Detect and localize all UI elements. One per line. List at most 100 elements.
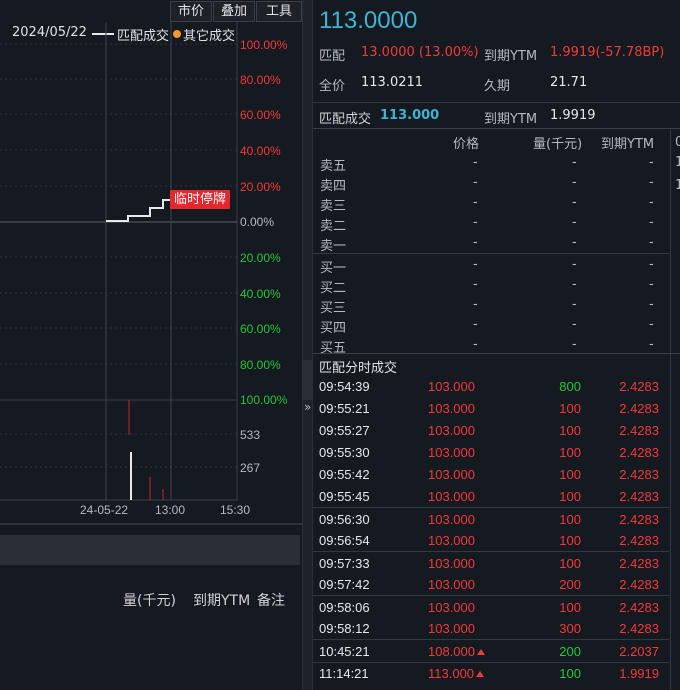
market-price-button[interactable]: 市价	[170, 1, 212, 22]
y-label: 60.00%	[240, 108, 281, 122]
book-ytm: -	[649, 337, 654, 352]
book-price: -	[473, 155, 478, 170]
trade-price: 103.000	[428, 577, 475, 592]
trade-row[interactable]: 09:58:12 103.000 300 2.4283	[313, 618, 665, 640]
trade-price-text: 103.000	[428, 533, 475, 548]
trade-row[interactable]: 09:56:30 103.000 100 2.4283	[313, 509, 665, 531]
book-qty: -	[572, 215, 577, 230]
trade-row[interactable]: 09:57:33 103.000 100 2.4283	[313, 553, 665, 575]
trade-ytm: 2.4283	[619, 445, 659, 460]
trade-divider	[313, 639, 669, 640]
y-label: 80.00%	[240, 73, 281, 87]
book-price: -	[473, 175, 478, 190]
book-ytm: -	[649, 175, 654, 190]
trade-row[interactable]: 09:55:21 103.000 100 2.4283	[313, 398, 665, 420]
trade-time: 09:55:45	[319, 489, 370, 504]
trade-row[interactable]: 11:14:21 113.000 100 1.9919	[313, 663, 665, 685]
asks-row[interactable]: 卖四 - - -	[313, 173, 669, 194]
duration: 21.71	[550, 75, 588, 90]
trade-price-text: 103.000	[428, 577, 475, 592]
trade-ytm: 2.4283	[619, 401, 659, 416]
match-price-line	[106, 199, 171, 222]
tools-button[interactable]: 工具	[256, 1, 302, 22]
bids-row[interactable]: 买四 - - -	[313, 315, 669, 336]
book-price: -	[473, 195, 478, 210]
asks-row[interactable]: 卖三 - - -	[313, 193, 669, 214]
book-price: -	[473, 297, 478, 312]
trade-price-text: 103.000	[428, 423, 475, 438]
book-ytm: -	[649, 235, 654, 250]
trade-ytm: 2.4283	[619, 533, 659, 548]
trade-ytm: 2.4283	[619, 489, 659, 504]
price-chart	[0, 22, 238, 501]
trade-qty: 100	[559, 600, 581, 615]
trade-divider	[313, 551, 669, 552]
match-trade-label: 匹配成交	[319, 112, 372, 127]
y-label: 40.00%	[240, 144, 281, 158]
trade-time: 09:56:30	[319, 512, 370, 527]
trade-price-text: 103.000	[428, 489, 475, 504]
panel-splitter[interactable]: »	[302, 0, 313, 690]
trade-price: 113.000	[428, 666, 485, 681]
x-label: 13:00	[155, 503, 186, 517]
trade-row[interactable]: 09:58:06 103.000 100 2.4283	[313, 597, 665, 619]
overlay-button[interactable]: 叠加	[213, 1, 255, 22]
trade-qty: 100	[559, 467, 581, 482]
trade-time: 09:54:39	[319, 379, 370, 394]
book-qty: -	[572, 257, 577, 272]
trade-time: 09:58:12	[319, 621, 370, 636]
book-price: -	[473, 317, 478, 332]
trade-price: 103.000	[428, 489, 475, 504]
trade-ytm: 2.4283	[619, 512, 659, 527]
book-qty: -	[572, 195, 577, 210]
trade-row[interactable]: 09:54:39 103.000 800 2.4283	[313, 376, 665, 398]
trade-qty: 200	[559, 644, 581, 659]
trade-price-text: 108.000	[428, 644, 475, 659]
trade-price: 108.000	[428, 644, 485, 659]
trade-ytm: 2.4283	[619, 423, 659, 438]
trade-time: 09:55:42	[319, 467, 370, 482]
bids-row[interactable]: 买二 - - -	[313, 275, 669, 296]
bottom-tab-bar[interactable]	[0, 535, 300, 565]
trade-row[interactable]: 09:55:42 103.000 100 2.4283	[313, 464, 665, 486]
divider	[313, 102, 680, 103]
book-qty: -	[572, 277, 577, 292]
trade-qty: 100	[559, 489, 581, 504]
expand-chevron-icon[interactable]: »	[304, 400, 311, 414]
trade-price-text: 103.000	[428, 621, 475, 636]
full-price-label: 全价	[319, 79, 346, 94]
up-arrow-icon	[477, 649, 485, 655]
bids-row[interactable]: 买五 - - -	[313, 335, 669, 356]
asks-row[interactable]: 卖一 - - -	[313, 233, 669, 254]
trade-price-text: 103.000	[428, 379, 475, 394]
trade-price-text: 103.000	[428, 600, 475, 615]
asks-row[interactable]: 卖二 - - -	[313, 213, 669, 234]
trade-row[interactable]: 09:56:54 103.000 100 2.4283	[313, 530, 665, 552]
trade-time: 09:55:27	[319, 423, 370, 438]
book-ytm: -	[649, 317, 654, 332]
trade-time: 09:58:06	[319, 600, 370, 615]
asks-row[interactable]: 卖五 - - -	[313, 153, 669, 174]
trade-time: 10:45:21	[319, 644, 370, 659]
trade-row[interactable]: 09:57:42 103.000 200 2.4283	[313, 574, 665, 596]
book-qty: -	[572, 175, 577, 190]
match-trade-ytm-label: 到期YTM	[484, 112, 538, 127]
trade-row[interactable]: 09:55:27 103.000 100 2.4283	[313, 420, 665, 442]
trade-price: 103.000	[428, 401, 475, 416]
trade-row[interactable]: 10:45:21 108.000 200 2.2037	[313, 641, 665, 663]
match-label: 匹配	[319, 49, 346, 64]
match-trade-ytm: 1.9919	[550, 108, 596, 123]
trade-ytm: 2.4283	[619, 577, 659, 592]
book-level-name: 卖一	[320, 239, 347, 254]
book-level-name: 买二	[320, 281, 347, 296]
trade-row[interactable]: 09:55:45 103.000 100 2.4283	[313, 486, 665, 508]
bids-row[interactable]: 买一 - - -	[313, 255, 669, 276]
trade-time: 09:55:30	[319, 445, 370, 460]
trade-row[interactable]: 09:55:30 103.000 100 2.4283	[313, 442, 665, 464]
up-arrow-icon	[476, 671, 485, 677]
col-ytm-header: 到期YTM	[193, 593, 251, 609]
book-ytm: -	[649, 257, 654, 272]
trade-qty: 800	[559, 379, 581, 394]
bids-row[interactable]: 买三 - - -	[313, 295, 669, 316]
trade-qty: 300	[559, 621, 581, 636]
